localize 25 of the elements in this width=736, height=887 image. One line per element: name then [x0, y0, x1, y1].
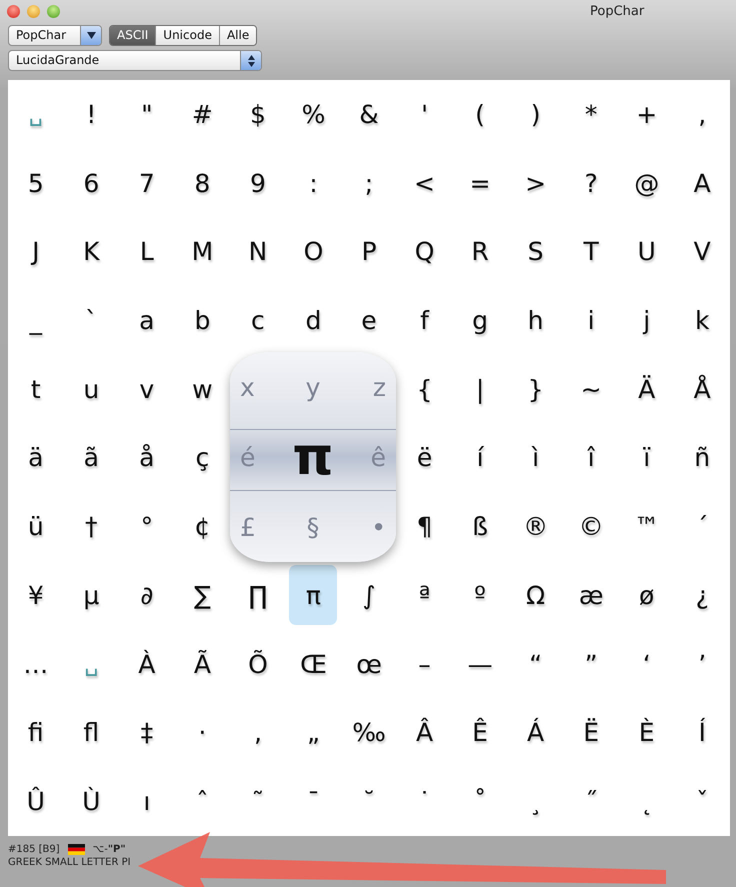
font-popup[interactable]: LucidaGrande	[8, 50, 262, 71]
faded-character: z	[372, 372, 387, 404]
key-shortcut: ⌥-"P"	[92, 844, 126, 855]
char-code: #185 [B9]	[8, 844, 60, 855]
flag-icon	[68, 844, 85, 855]
segment-tab[interactable]: Unicode	[155, 26, 219, 45]
faded-character: é	[239, 442, 256, 474]
faded-character: ê	[370, 442, 387, 474]
dropdown-icon	[86, 32, 96, 39]
faded-character: y	[304, 372, 322, 404]
char-name: GREEK SMALL LETTER PI	[8, 857, 132, 868]
character-cell[interactable]: π	[289, 565, 338, 626]
mode-popup[interactable]: PopChar	[8, 25, 102, 46]
minimize-button[interactable]	[27, 4, 40, 18]
window-title: PopChar	[590, 4, 644, 19]
stepper-icon	[248, 54, 254, 66]
segment-tab[interactable]: ASCII	[110, 26, 156, 45]
faded-character: •	[370, 512, 387, 544]
segment-tab[interactable]: Alle	[218, 26, 256, 45]
close-button[interactable]	[7, 4, 20, 18]
faded-character: x	[239, 372, 256, 404]
faded-character: §	[306, 512, 320, 544]
magnified-character: π	[292, 431, 334, 483]
zoom-button[interactable]	[47, 4, 60, 18]
faded-character: £	[239, 512, 257, 544]
